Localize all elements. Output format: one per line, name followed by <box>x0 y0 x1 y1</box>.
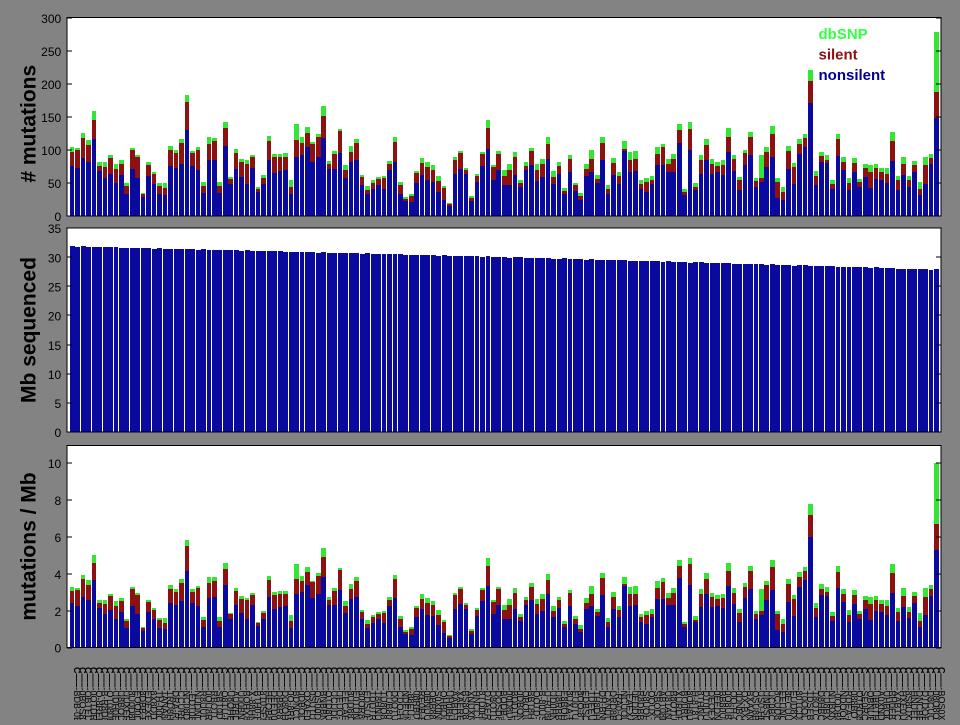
svg-text:Mb sequenced: Mb sequenced <box>18 257 41 403</box>
svg-text:0: 0 <box>55 642 62 656</box>
svg-text:4: 4 <box>55 568 62 582</box>
svg-text:250: 250 <box>41 45 61 59</box>
svg-text:nonsilent: nonsilent <box>819 67 886 84</box>
svg-text:10: 10 <box>48 368 62 382</box>
svg-text:dbSNP: dbSNP <box>819 26 868 43</box>
svg-text:100: 100 <box>41 144 61 158</box>
svg-text:5: 5 <box>55 397 62 411</box>
svg-text:30: 30 <box>48 251 62 265</box>
svg-text:2: 2 <box>55 605 62 619</box>
svg-text:0: 0 <box>55 426 62 440</box>
svg-text:# mutations: # mutations <box>18 65 41 183</box>
svg-text:C—–-BOS0XNBTC: C—–-BOS0XNBTC <box>937 667 947 720</box>
svg-text:50: 50 <box>48 177 62 191</box>
svg-text:150: 150 <box>41 111 61 125</box>
svg-text:10: 10 <box>48 457 62 471</box>
svg-text:silent: silent <box>819 46 858 63</box>
svg-text:6: 6 <box>55 531 62 545</box>
svg-text:20: 20 <box>48 310 62 324</box>
svg-text:25: 25 <box>48 280 62 294</box>
svg-text:35: 35 <box>48 222 62 236</box>
svg-text:15: 15 <box>48 339 62 353</box>
svg-text:200: 200 <box>41 78 61 92</box>
svg-text:8: 8 <box>55 494 62 508</box>
svg-text:mutations / Mb: mutations / Mb <box>18 472 41 620</box>
svg-text:300: 300 <box>41 12 61 26</box>
